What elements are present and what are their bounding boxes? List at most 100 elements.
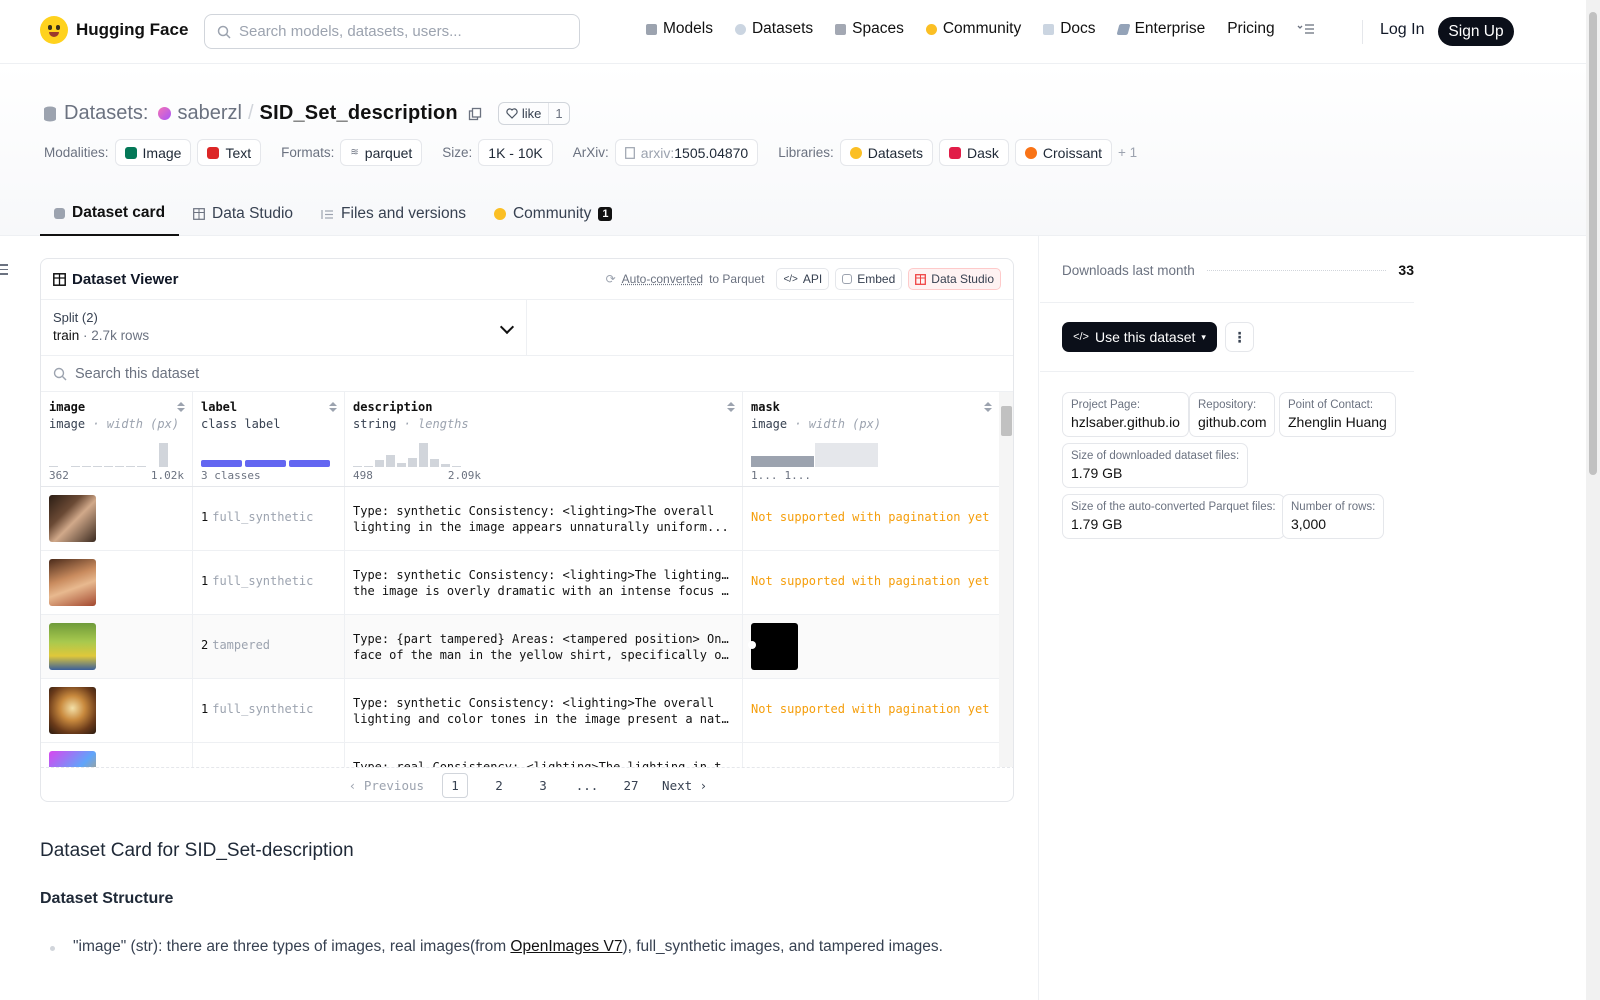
more-options-icon[interactable]: ⋮ [1225,322,1254,352]
grid-scrollbar[interactable] [999,392,1013,767]
global-search-input[interactable] [239,23,559,40]
list-text: "image" (str): there are three types of … [73,938,511,955]
column-header-label[interactable]: label class label 3 classes [193,392,345,486]
next-page-button[interactable]: Next › [662,773,707,798]
tab-community[interactable]: Community 1 [480,192,627,236]
info-value: hzlsaber.github.io [1071,414,1180,430]
table-row[interactable]: 1 full_synthetic Type: synthetic Consiste… [41,679,999,743]
description-cell[interactable]: Type: synthetic Consistency: <lighting>T… [345,487,743,550]
auto-converted-link[interactable]: Auto-converted [622,272,703,286]
owner-avatar [158,107,172,120]
tag-text[interactable]: Text [197,139,262,166]
divider [1040,371,1414,372]
class-count: 3 classes [201,469,261,482]
table-row[interactable]: 1 full_synthetic Type: synthetic Consiste… [41,487,999,551]
libraries-more[interactable]: + 1 [1118,145,1137,160]
tab-data-studio-label: Data Studio [212,205,294,222]
nav-docs[interactable]: Docs [1043,20,1096,38]
split-selector[interactable]: Split (2) train · 2.7k rows [41,300,527,355]
image-thumbnail[interactable] [49,687,96,734]
copy-icon[interactable] [468,107,482,121]
table-row[interactable]: Type: real Consistency: <lighting>The li… [41,743,999,767]
image-thumbnail[interactable] [49,623,96,670]
datasets-breadcrumb[interactable]: Datasets: [64,102,148,125]
tag-arxiv[interactable]: arxiv: 1505.04870 [614,139,759,166]
nav-spaces-label: Spaces [852,20,904,37]
nav-datasets[interactable]: Datasets [734,20,813,38]
tab-data-studio[interactable]: Data Studio [179,192,307,236]
like-button[interactable]: like 1 [497,102,570,125]
previous-label: Previous [363,778,425,793]
openimages-link[interactable]: OpenImages V7 [510,938,622,955]
image-thumbnail[interactable] [49,751,96,767]
data-studio-button[interactable]: Data Studio [908,268,1001,290]
project-page-box[interactable]: Project Page: hzlsaber.github.io [1062,392,1189,437]
column-header-image[interactable]: image image · width (px) 362 1.02k [41,392,193,486]
split-label: Split (2) [53,310,98,325]
column-type: image [49,417,86,431]
column-header-description[interactable]: description string · lengths 498 2.09k [345,392,743,486]
brand-link[interactable]: Hugging Face [40,16,188,44]
sidebar-toggle-icon[interactable] [0,264,10,278]
tag-dask[interactable]: Dask [939,139,1009,166]
tag-croissant[interactable]: Croissant [1014,139,1113,166]
table-row[interactable]: 2 tampered Type: {part tampered} Areas: <… [41,615,999,679]
column-type: string [353,417,397,431]
dataset-search[interactable] [41,356,1013,392]
label-name: tampered [212,638,271,652]
global-search[interactable] [204,14,580,49]
api-button[interactable]: </> API [776,268,830,290]
mask-cell [743,743,999,767]
nav-spaces[interactable]: Spaces [835,20,904,38]
use-dataset-button[interactable]: </> Use this dataset ▾ [1062,322,1217,352]
description-cell[interactable]: Type: {part tampered} Areas: <tampered p… [345,615,743,678]
description-cell[interactable]: Type: real Consistency: <lighting>The li… [345,743,743,767]
hugging-face-logo-icon [40,16,68,44]
page-scrollbar[interactable] [1586,0,1600,1000]
tag-size[interactable]: 1K - 10K [478,139,553,166]
owner-link[interactable]: saberzl [177,102,241,125]
column-header-mask[interactable]: mask image · width (px) 1... 1... [743,392,999,486]
chevron-down-icon: ▾ [1201,331,1206,342]
page-button[interactable]: 27 [618,773,644,798]
contact-box[interactable]: Point of Contact: Zhenglin Huang [1279,392,1396,437]
mask-thumbnail[interactable] [748,623,798,670]
repo-name[interactable]: SID_Set_description [260,102,458,125]
nav-pricing-label: Pricing [1227,20,1275,37]
nav-pricing[interactable]: Pricing [1227,20,1274,38]
login-link[interactable]: Log In [1380,21,1424,39]
table-row[interactable]: 1 full_synthetic Type: synthetic Consiste… [41,551,999,615]
page-button[interactable]: 3 [530,773,556,798]
split-name: train [53,328,80,343]
tag-datasets[interactable]: Datasets [839,139,933,166]
dataset-search-input[interactable] [75,365,675,382]
nav-community[interactable]: Community [925,20,1021,38]
embed-button[interactable]: Embed [835,268,903,290]
nav-enterprise[interactable]: Enterprise [1116,20,1205,38]
signup-button[interactable]: Sign Up [1438,17,1514,46]
sort-icon[interactable] [329,402,337,414]
tag-parquet[interactable]: ≋ parquet [340,139,423,166]
download-size-box: Size of downloaded dataset files: 1.79 GB [1062,443,1249,488]
description-cell[interactable]: Type: synthetic Consistency: <lighting>T… [345,679,743,742]
image-thumbnail[interactable] [49,495,96,542]
tab-dataset-card[interactable]: Dataset card [40,192,180,236]
image-thumbnail[interactable] [49,559,96,606]
page-button[interactable]: 2 [486,773,512,798]
brand-name: Hugging Face [76,20,189,39]
description-cell[interactable]: Type: synthetic Consistency: <lighting>T… [345,551,743,614]
dataset-icon [44,106,56,121]
tab-files[interactable]: Files and versions [307,192,480,236]
studio-table-icon [915,273,927,285]
breadcrumb-separator: / [247,102,254,124]
page-button[interactable]: 1 [442,773,469,798]
info-value: 3,000 [1291,516,1327,532]
more-menu-icon[interactable] [1297,23,1315,35]
sort-icon[interactable] [984,402,992,414]
repository-box[interactable]: Repository: github.com [1189,392,1276,437]
sort-icon[interactable] [727,402,735,414]
sort-icon[interactable] [177,402,185,414]
tag-image[interactable]: Image [114,139,192,166]
nav-models[interactable]: Models [646,20,713,38]
previous-page-button[interactable]: ‹ Previous [349,773,424,798]
